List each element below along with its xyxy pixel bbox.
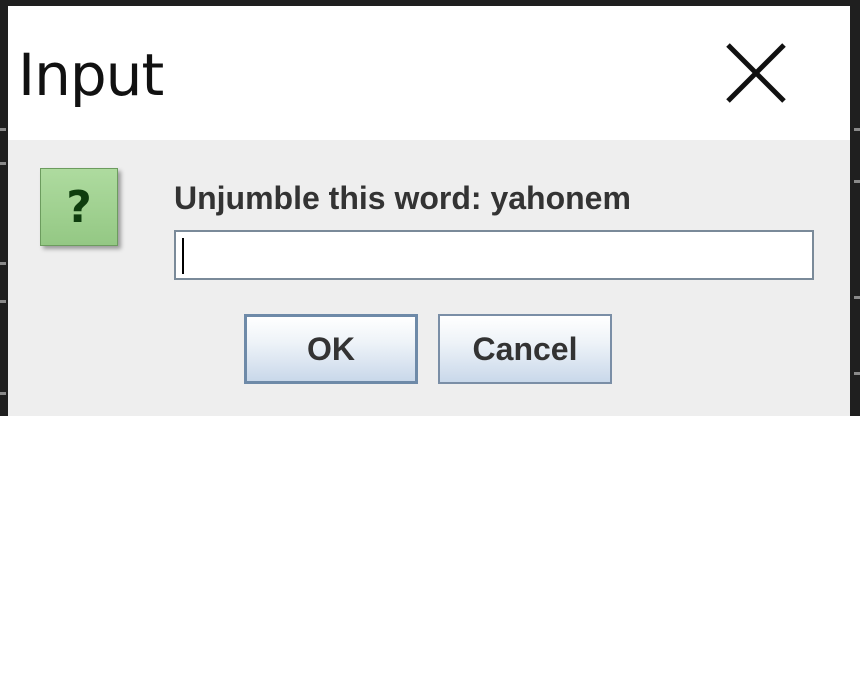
background-mark (0, 162, 6, 165)
background-mark (0, 128, 6, 131)
close-icon (726, 43, 786, 103)
background-mark (0, 262, 6, 265)
dialog-title-bar[interactable]: Input (8, 6, 850, 140)
prompt-label: Unjumble this word: yahonem (174, 180, 631, 216)
background-mark (0, 392, 6, 395)
text-caret (182, 238, 184, 274)
dialog-content: ? Unjumble this word: yahonem OK Cancel (8, 140, 850, 416)
background-mark (854, 296, 860, 299)
answer-input[interactable] (174, 230, 814, 280)
background-mark (854, 180, 860, 183)
question-icon: ? (40, 168, 118, 246)
cancel-button[interactable]: Cancel (438, 314, 612, 384)
close-button[interactable] (708, 30, 804, 116)
input-dialog: Input ? Unjumble this word: yahonem OK C… (8, 6, 850, 416)
screen: Input ? Unjumble this word: yahonem OK C… (0, 0, 860, 675)
background-mark (854, 128, 860, 131)
background-mark (854, 372, 860, 375)
dialog-title: Input (18, 41, 164, 109)
ok-button[interactable]: OK (244, 314, 418, 384)
background-mark (0, 300, 6, 303)
